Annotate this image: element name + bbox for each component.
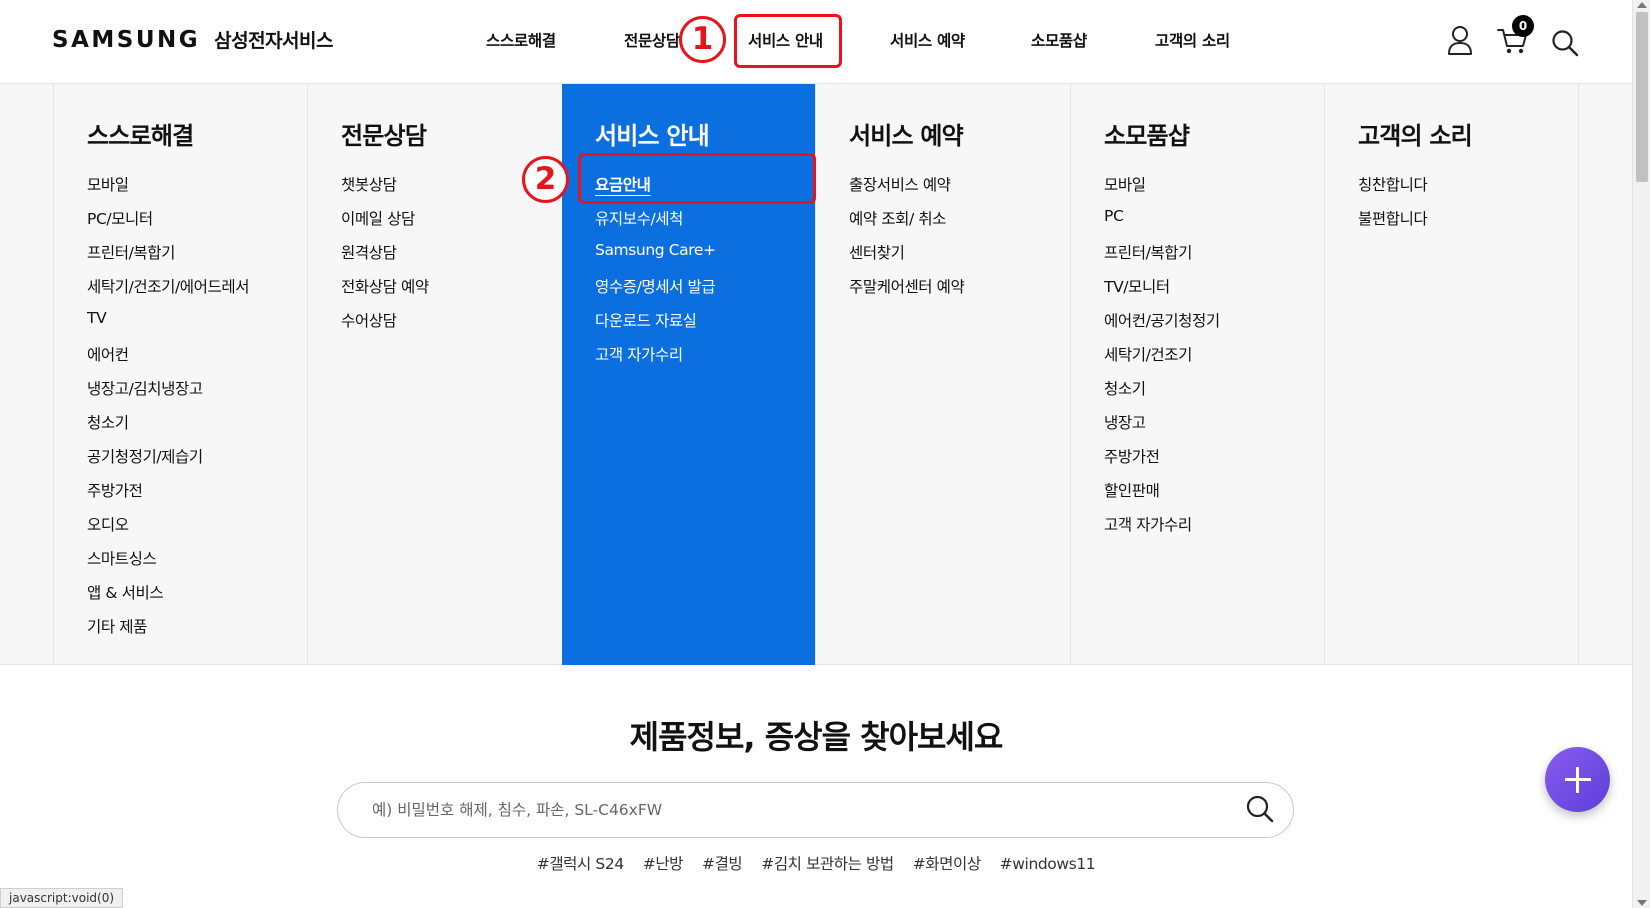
tag-link[interactable]: #결빙: [702, 855, 743, 873]
nav-expert-consult[interactable]: 전문상담: [624, 29, 680, 51]
cart-count-badge: 0: [1512, 15, 1534, 37]
scroll-down-arrow-icon[interactable]: [1637, 900, 1647, 906]
search-input[interactable]: [370, 797, 1190, 823]
nav-service-booking[interactable]: 서비스 예약: [890, 29, 965, 51]
menu-column-title: 스스로해결: [87, 122, 194, 150]
menu-item[interactable]: 전화상담 예약: [341, 275, 429, 309]
nav-self-solve[interactable]: 스스로해결: [486, 29, 556, 51]
status-bar: javascript:void(0): [0, 888, 124, 908]
annotation-box-step-2: [578, 153, 816, 204]
menu-item[interactable]: TV: [87, 309, 249, 343]
menu-item[interactable]: 챗봇상담: [341, 173, 429, 207]
menu-item[interactable]: 주말케어센터 예약: [849, 275, 965, 309]
menu-item[interactable]: 칭찬합니다: [1358, 173, 1428, 207]
menu-item[interactable]: 고객 자가수리: [1104, 513, 1220, 547]
annotation-box-step-1: [734, 14, 842, 68]
menu-item[interactable]: 에어컨/공기청정기: [1104, 309, 1220, 343]
mega-menu: 스스로해결 모바일 PC/모니터 프린터/복합기 세탁기/건조기/에어드레서 T…: [0, 84, 1632, 665]
menu-item[interactable]: 스마트싱스: [87, 547, 249, 581]
menu-item[interactable]: 모바일: [1104, 173, 1220, 207]
menu-item[interactable]: 출장서비스 예약: [849, 173, 964, 207]
tag-link[interactable]: #갤럭시 S24: [537, 855, 624, 873]
menu-item[interactable]: 에어컨: [87, 343, 249, 377]
menu-item[interactable]: Samsung Care+: [595, 241, 716, 275]
menu-item[interactable]: 불편합니다: [1358, 207, 1428, 241]
annotation-number-2: 2: [522, 156, 569, 203]
search-section-title: 제품정보, 증상을 찾아보세요: [629, 718, 1004, 756]
menu-item[interactable]: 수어상담: [341, 309, 429, 343]
menu-column-consumables-shop: 소모품샵 모바일 PC 프린터/복합기 TV/모니터 에어컨/공기청정기 세탁기…: [1070, 84, 1324, 665]
nav-consumables-shop[interactable]: 소모품샵: [1031, 29, 1087, 51]
menu-column-title: 전문상담: [341, 122, 427, 150]
search-icon[interactable]: [1551, 29, 1579, 61]
menu-item[interactable]: PC/모니터: [87, 207, 249, 241]
menu-column-customer-voice: 고객의 소리 칭찬합니다 불편합니다: [1324, 84, 1579, 665]
menu-item[interactable]: 유지보수/세척: [595, 207, 716, 241]
menu-column-title: 서비스 예약: [849, 122, 964, 150]
menu-column-service-booking: 서비스 예약 출장서비스 예약 예약 조회/ 취소 센터찾기 주말케어센터 예약: [815, 84, 1070, 665]
menu-item[interactable]: 청소기: [87, 411, 249, 445]
menu-item[interactable]: 앱 & 서비스: [87, 581, 249, 615]
menu-item[interactable]: 세탁기/건조기/에어드레서: [87, 275, 250, 309]
menu-item[interactable]: 모바일: [87, 173, 249, 207]
menu-column-title: 서비스 안내: [595, 122, 710, 150]
menu-item[interactable]: 기타 제품: [87, 615, 249, 649]
brand-subtitle: 삼성전자서비스: [214, 30, 333, 52]
menu-item[interactable]: 주방가전: [1104, 445, 1220, 479]
menu-item[interactable]: 할인판매: [1104, 479, 1220, 513]
menu-item[interactable]: TV/모니터: [1104, 275, 1220, 309]
menu-item[interactable]: 냉장고/김치냉장고: [87, 377, 249, 411]
scroll-thumb[interactable]: [1636, 12, 1648, 182]
menu-item[interactable]: 원격상담: [341, 241, 429, 275]
menu-item[interactable]: 오디오: [87, 513, 249, 547]
menu-column-title: 소모품샵: [1104, 122, 1190, 150]
popular-tags: #갤럭시 S24 #난방 #결빙 #김치 보관하는 방법 #화면이상 #wind…: [0, 852, 1632, 874]
vertical-scrollbar[interactable]: [1632, 0, 1650, 908]
search-bar: [337, 782, 1294, 838]
brand-name: SAMSUNG: [52, 27, 201, 53]
menu-item[interactable]: 영수증/명세서 발급: [595, 275, 716, 309]
menu-item[interactable]: 프린터/복합기: [1104, 241, 1220, 275]
menu-item[interactable]: 예약 조회/ 취소: [849, 207, 964, 241]
search-icon[interactable]: [1245, 794, 1275, 828]
tag-link[interactable]: #windows11: [1000, 855, 1096, 873]
nav-customer-voice[interactable]: 고객의 소리: [1155, 29, 1230, 51]
menu-item[interactable]: 다운로드 자료실: [595, 309, 716, 343]
menu-item[interactable]: PC: [1104, 207, 1220, 241]
annotation-number-1: 1: [679, 16, 726, 63]
user-icon[interactable]: [1447, 25, 1473, 59]
menu-item[interactable]: 고객 자가수리: [595, 343, 716, 377]
menu-column-self-solve: 스스로해결 모바일 PC/모니터 프린터/복합기 세탁기/건조기/에어드레서 T…: [53, 84, 307, 665]
menu-item[interactable]: 냉장고: [1104, 411, 1220, 445]
scroll-up-arrow-icon[interactable]: [1637, 2, 1647, 8]
menu-item[interactable]: 주방가전: [87, 479, 249, 513]
menu-item[interactable]: 프린터/복합기: [87, 241, 249, 275]
tag-link[interactable]: #난방: [643, 855, 684, 873]
menu-column-title: 고객의 소리: [1358, 122, 1473, 150]
menu-item[interactable]: 청소기: [1104, 377, 1220, 411]
menu-item[interactable]: 이메일 상담: [341, 207, 429, 241]
menu-item[interactable]: 공기청정기/제습기: [87, 445, 249, 479]
floating-plus-button[interactable]: [1545, 747, 1610, 812]
menu-item[interactable]: 센터찾기: [849, 241, 964, 275]
tag-link[interactable]: #화면이상: [913, 855, 981, 873]
tag-link[interactable]: #김치 보관하는 방법: [761, 855, 894, 873]
menu-item[interactable]: 세탁기/건조기: [1104, 343, 1220, 377]
logo[interactable]: SAMSUNG 삼성전자서비스: [52, 26, 333, 53]
